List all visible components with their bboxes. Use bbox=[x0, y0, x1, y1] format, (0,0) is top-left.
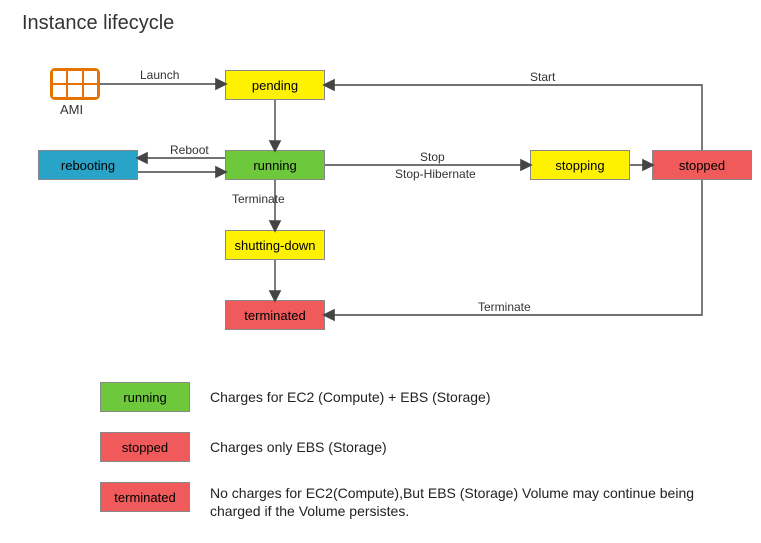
edge-terminate2-label: Terminate bbox=[478, 300, 531, 314]
edge-stop-hibernate-label: Stop-Hibernate bbox=[395, 167, 476, 181]
legend-stopped-label: stopped bbox=[122, 440, 168, 455]
state-terminated-label: terminated bbox=[244, 308, 305, 323]
edge-terminate-label: Terminate bbox=[232, 192, 285, 206]
legend-terminated-label: terminated bbox=[114, 490, 175, 505]
state-rebooting-label: rebooting bbox=[61, 158, 115, 173]
diagram-title: Instance lifecycle bbox=[22, 12, 174, 35]
state-shutting-down-label: shutting-down bbox=[235, 238, 316, 253]
state-terminated: terminated bbox=[225, 300, 325, 330]
legend-stopped-box: stopped bbox=[100, 432, 190, 462]
state-shutting-down: shutting-down bbox=[225, 230, 325, 260]
state-stopped-label: stopped bbox=[679, 158, 725, 173]
legend-running-box: running bbox=[100, 382, 190, 412]
legend-running-label: running bbox=[123, 390, 166, 405]
state-rebooting: rebooting bbox=[38, 150, 138, 180]
state-stopped: stopped bbox=[652, 150, 752, 180]
edge-stop-label: Stop bbox=[420, 150, 445, 164]
legend-running-desc: Charges for EC2 (Compute) + EBS (Storage… bbox=[210, 388, 491, 406]
edge-start-label: Start bbox=[530, 70, 555, 84]
state-running-label: running bbox=[253, 158, 296, 173]
legend-terminated-desc: No charges for EC2(Compute),But EBS (Sto… bbox=[210, 484, 730, 520]
state-running: running bbox=[225, 150, 325, 180]
state-pending: pending bbox=[225, 70, 325, 100]
state-stopping-label: stopping bbox=[555, 158, 604, 173]
ami-icon bbox=[50, 68, 100, 100]
state-stopping: stopping bbox=[530, 150, 630, 180]
state-pending-label: pending bbox=[252, 78, 298, 93]
edge-launch-label: Launch bbox=[140, 68, 179, 82]
legend-terminated-box: terminated bbox=[100, 482, 190, 512]
edge-reboot-label: Reboot bbox=[170, 143, 209, 157]
legend-stopped-desc: Charges only EBS (Storage) bbox=[210, 438, 387, 456]
ami-label: AMI bbox=[60, 102, 83, 117]
